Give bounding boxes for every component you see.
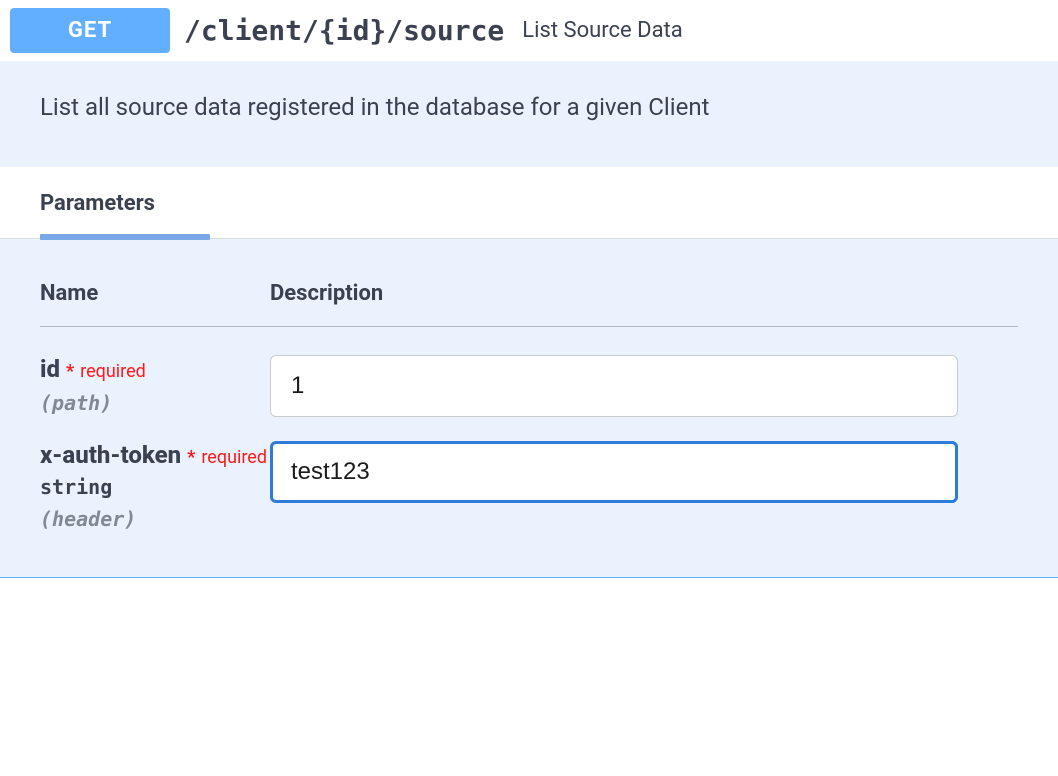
endpoint-path: /client/{id}/source xyxy=(184,14,504,47)
param-name-x-auth-token: x-auth-token xyxy=(40,441,181,469)
endpoint-description: List all source data registered in the d… xyxy=(0,61,1058,167)
param-location: (header) xyxy=(40,507,270,531)
tab-parameters-label: Parameters xyxy=(40,191,155,216)
table-header-row: Name Description xyxy=(40,265,1018,327)
param-input-cell xyxy=(270,441,1018,503)
parameters-table: Name Description id * required (path) xyxy=(0,239,1058,577)
tab-parameters[interactable]: Parameters xyxy=(40,191,155,238)
required-label: required xyxy=(201,447,267,468)
required-label: required xyxy=(80,361,146,382)
param-name-cell: id * required (path) xyxy=(40,355,270,415)
operation-block: GET /client/{id}/source List Source Data… xyxy=(0,0,1058,578)
param-type: string xyxy=(40,475,270,499)
param-input-x-auth-token[interactable] xyxy=(270,441,958,503)
param-name-cell: x-auth-token * required string (header) xyxy=(40,441,270,531)
tab-underline xyxy=(40,234,210,240)
required-star: * xyxy=(66,361,74,382)
parameters-section-header: Parameters xyxy=(0,167,1058,239)
operation-summary[interactable]: GET /client/{id}/source List Source Data xyxy=(0,0,1058,61)
table-row: x-auth-token * required string (header) xyxy=(40,423,1018,537)
required-star: * xyxy=(187,447,195,468)
table-row: id * required (path) xyxy=(40,337,1018,423)
column-header-description: Description xyxy=(270,281,383,306)
endpoint-summary-text: List Source Data xyxy=(522,18,682,43)
param-input-id[interactable] xyxy=(270,355,958,417)
operation-body: List all source data registered in the d… xyxy=(0,61,1058,577)
http-method-badge: GET xyxy=(10,8,170,53)
param-location: (path) xyxy=(40,391,270,415)
column-header-name: Name xyxy=(40,281,270,306)
param-name-id: id xyxy=(40,355,60,383)
param-input-cell xyxy=(270,355,1018,417)
